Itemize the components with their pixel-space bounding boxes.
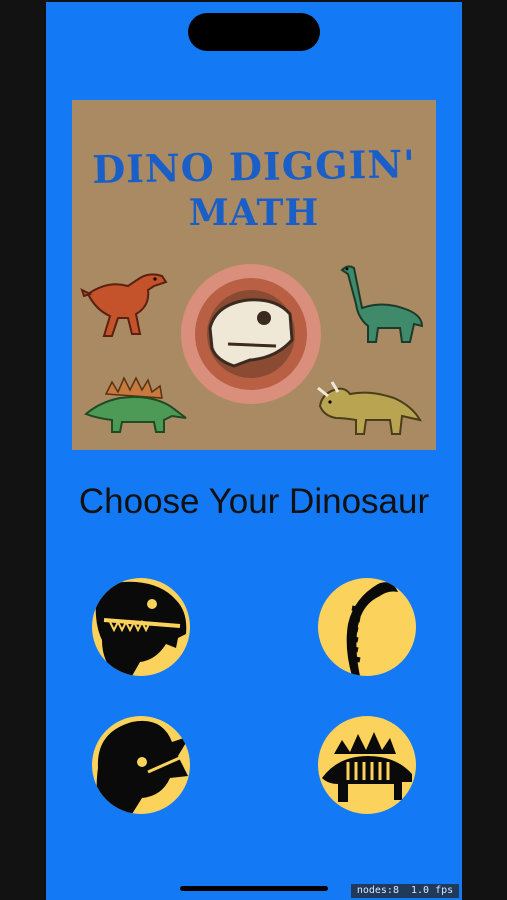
choice-t-rex-button[interactable] [92, 578, 190, 676]
triceratops-illustration [317, 381, 422, 435]
home-indicator[interactable] [180, 886, 328, 891]
choice-brachiosaurus-button[interactable] [318, 578, 416, 676]
t-rex-illustration [80, 273, 168, 337]
game-screen: DINO DIGGIN' MATH Choose Your Dinosaur [46, 2, 462, 900]
brachiosaurus-illustration [340, 265, 424, 343]
stegosaurus-illustration [84, 376, 187, 433]
fossil-dig-illustration [181, 264, 321, 404]
title-banner: DINO DIGGIN' MATH [72, 100, 436, 450]
title-line-1: DINO DIGGIN' [91, 141, 417, 192]
debug-stats-label: nodes:8 1.0 fps [351, 884, 459, 898]
triceratops-skull-icon [96, 720, 190, 814]
choice-triceratops-button[interactable] [92, 716, 190, 814]
t-rex-skull-icon [95, 581, 187, 676]
brachiosaurus-skeleton-icon [346, 582, 398, 676]
choice-stegosaurus-button[interactable] [318, 716, 416, 814]
stegosaurus-skeleton-icon [322, 732, 412, 802]
phone-notch [188, 13, 320, 51]
choose-dinosaur-heading: Choose Your Dinosaur [78, 482, 430, 521]
title-line-2: MATH [188, 192, 320, 234]
